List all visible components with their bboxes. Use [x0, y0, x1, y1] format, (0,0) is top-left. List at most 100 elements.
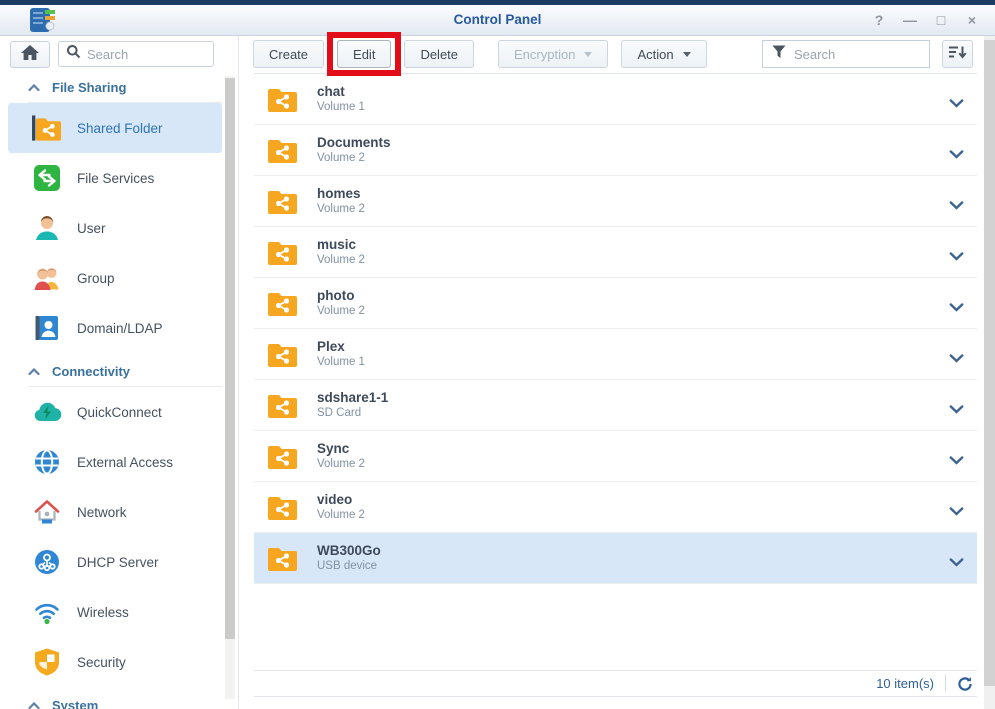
folder-name: photo: [317, 287, 365, 304]
folder-location: Volume 2: [317, 151, 391, 166]
chevron-down-icon[interactable]: [949, 554, 964, 572]
shared-folder-row[interactable]: photo Volume 2: [254, 278, 977, 329]
section-header-file-sharing[interactable]: File Sharing: [28, 69, 222, 103]
shared-folder-row[interactable]: Plex Volume 1: [254, 329, 977, 380]
folder-name: music: [317, 236, 365, 253]
chevron-down-icon[interactable]: [949, 95, 964, 113]
shared-folder-icon: [267, 86, 298, 113]
shared-folder-row[interactable]: Sync Volume 2: [254, 431, 977, 482]
shared-folder-row[interactable]: homes Volume 2: [254, 176, 977, 227]
sidebar-item-network[interactable]: Network: [8, 487, 222, 537]
chevron-down-icon[interactable]: [949, 146, 964, 164]
divider: [945, 675, 946, 692]
shared-folder-icon: [267, 188, 298, 215]
shared-folder-icon: [267, 443, 298, 470]
shared-folder-icon: [267, 392, 298, 419]
toolbar-search-input[interactable]: [794, 47, 921, 62]
encryption-dropdown-button[interactable]: Encryption: [498, 40, 608, 68]
shared-folder-icon: [267, 341, 298, 368]
chevron-down-icon[interactable]: [949, 197, 964, 215]
folder-location: Volume 1: [317, 355, 365, 370]
sidebar-item-external-access[interactable]: External Access: [8, 437, 222, 487]
control-panel-app-icon: [30, 8, 57, 37]
sidebar-item-domain-ldap[interactable]: Domain/LDAP: [8, 303, 222, 353]
sidebar-item-dhcp-server[interactable]: DHCP Server: [8, 537, 222, 587]
shared-folder-row[interactable]: music Volume 2: [254, 227, 977, 278]
folder-location: Volume 1: [317, 100, 365, 115]
main-panel: Create Edit Delete Encryption Action: [239, 36, 995, 709]
help-icon[interactable]: ?: [872, 12, 886, 28]
shared-folder-row[interactable]: WB300Go USB device: [254, 533, 977, 584]
dhcp-server-icon: [32, 547, 62, 577]
folder-location: SD Card: [317, 406, 388, 421]
caret-down-icon: [584, 52, 592, 57]
section-header-connectivity[interactable]: Connectivity: [28, 353, 222, 387]
minimize-icon[interactable]: —: [903, 12, 917, 28]
shared-folder-row[interactable]: sdshare1-1 SD Card: [254, 380, 977, 431]
chevron-down-icon[interactable]: [949, 503, 964, 521]
sidebar-scrollbar[interactable]: [225, 76, 235, 699]
close-icon[interactable]: ×: [965, 12, 979, 28]
delete-button[interactable]: Delete: [404, 40, 474, 68]
chevron-down-icon[interactable]: [949, 401, 964, 419]
search-icon: [66, 44, 81, 64]
chevron-down-icon[interactable]: [949, 299, 964, 317]
folder-name: Documents: [317, 134, 391, 151]
folder-name: Plex: [317, 338, 365, 355]
create-button[interactable]: Create: [253, 40, 324, 68]
quickconnect-icon: [32, 397, 62, 427]
home-icon: [20, 43, 40, 66]
edit-button[interactable]: Edit: [337, 40, 391, 68]
wireless-icon: [32, 597, 62, 627]
shared-folder-icon: [267, 290, 298, 317]
maximize-icon[interactable]: □: [934, 12, 948, 28]
shared-folder-icon: [267, 137, 298, 164]
folder-name: Sync: [317, 440, 365, 457]
item-count: 10 item(s): [876, 676, 934, 691]
shared-folder-icon: [32, 113, 62, 143]
section-header-system[interactable]: System: [28, 687, 222, 709]
sidebar-item-file-services[interactable]: File Services: [8, 153, 222, 203]
folder-location: Volume 2: [317, 457, 365, 472]
folder-name: WB300Go: [317, 542, 381, 559]
chevron-down-icon[interactable]: [949, 350, 964, 368]
folder-list: chat Volume 1 Documents Volume 2: [254, 73, 977, 584]
status-bar: 10 item(s): [254, 670, 977, 697]
shared-folder-row[interactable]: Documents Volume 2: [254, 125, 977, 176]
shared-folder-icon: [267, 494, 298, 521]
sidebar-item-wireless[interactable]: Wireless: [8, 587, 222, 637]
sidebar-item-group[interactable]: Group: [8, 253, 222, 303]
chevron-up-icon: [28, 364, 40, 379]
action-dropdown-button[interactable]: Action: [621, 40, 706, 68]
sort-list-icon: [948, 44, 967, 65]
window-title: Control Panel: [0, 5, 995, 35]
external-access-icon: [32, 447, 62, 477]
chevron-down-icon[interactable]: [949, 452, 964, 470]
titlebar: Control Panel ? — □ ×: [0, 5, 995, 36]
folder-name: homes: [317, 185, 365, 202]
chevron-up-icon: [28, 80, 40, 95]
sidebar-item-security[interactable]: Security: [8, 637, 222, 687]
sidebar-search-input[interactable]: [87, 47, 206, 62]
refresh-button[interactable]: [957, 676, 973, 692]
folder-location: Volume 2: [317, 508, 365, 523]
network-icon: [32, 497, 62, 527]
shared-folder-row[interactable]: chat Volume 1: [254, 74, 977, 125]
filter-icon: [771, 44, 787, 64]
security-icon: [32, 647, 62, 677]
sort-button[interactable]: [942, 40, 973, 68]
sidebar-item-user[interactable]: User: [8, 203, 222, 253]
main-scrollbar[interactable]: [984, 36, 995, 709]
sidebar-item-quickconnect[interactable]: QuickConnect: [8, 387, 222, 437]
sidebar-item-shared-folder[interactable]: Shared Folder: [8, 103, 222, 153]
shared-folder-row[interactable]: video Volume 2: [254, 482, 977, 533]
toolbar: Create Edit Delete Encryption Action: [239, 36, 995, 73]
home-button[interactable]: [10, 41, 50, 68]
chevron-up-icon: [28, 698, 40, 709]
chevron-down-icon[interactable]: [949, 248, 964, 266]
folder-location: Volume 2: [317, 202, 365, 217]
shared-folder-icon: [267, 239, 298, 266]
folder-location: USB device: [317, 559, 381, 574]
folder-location: Volume 2: [317, 304, 365, 319]
folder-name: sdshare1-1: [317, 389, 388, 406]
